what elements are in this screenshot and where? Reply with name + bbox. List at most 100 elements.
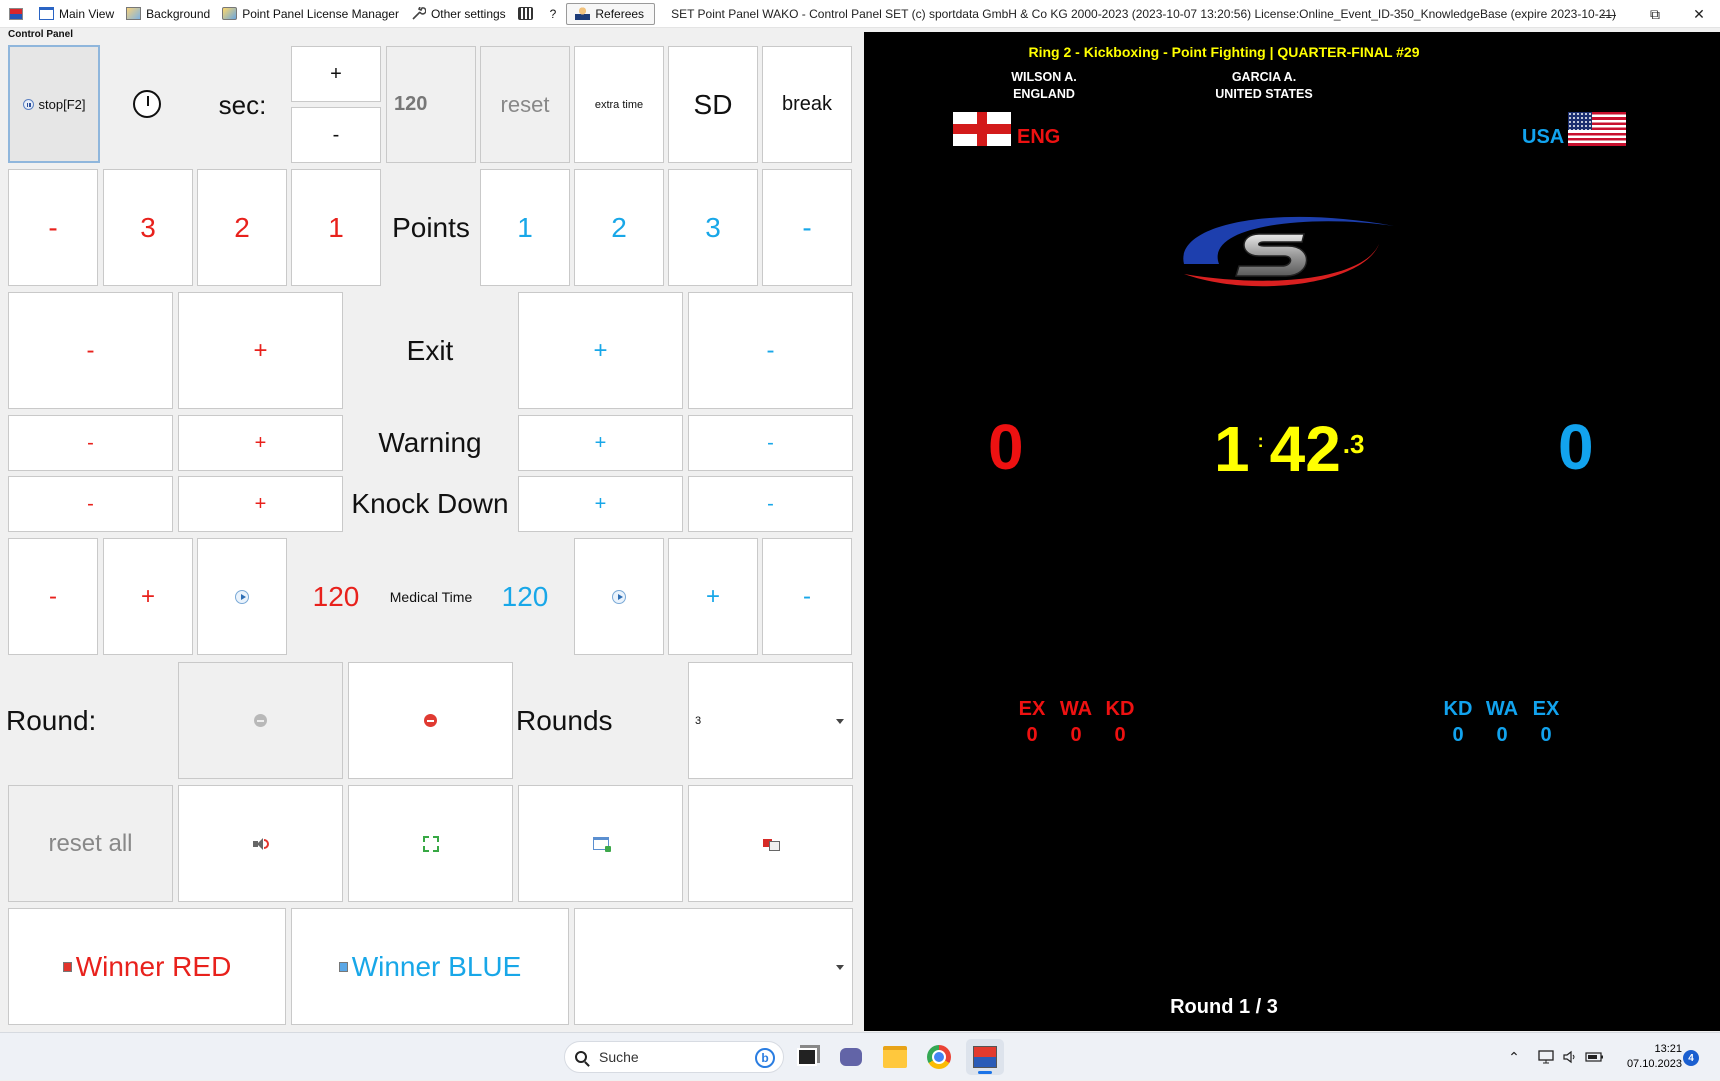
- fullscreen-button[interactable]: [348, 785, 513, 902]
- blue-knockdown-minus-button[interactable]: -: [688, 476, 853, 532]
- menu-other-settings-label: Other settings: [430, 6, 506, 21]
- teams-icon[interactable]: [836, 1042, 866, 1072]
- red-exit-minus-button[interactable]: -: [8, 292, 173, 409]
- play-icon: [235, 589, 249, 604]
- task-view-icon[interactable]: [792, 1042, 822, 1072]
- menu-license-manager[interactable]: Point Panel License Manager: [216, 0, 405, 28]
- blue-points-2-button[interactable]: 2: [574, 169, 664, 286]
- blue-exit-plus-button[interactable]: +: [518, 292, 683, 409]
- red-warning-plus-button[interactable]: +: [178, 415, 343, 471]
- volume-icon[interactable]: [1560, 1033, 1580, 1081]
- notification-badge[interactable]: 4: [1683, 1050, 1699, 1066]
- bing-icon[interactable]: b: [755, 1048, 775, 1068]
- timer-separator: :: [1257, 431, 1264, 451]
- blue-wa-value: 0: [1496, 724, 1508, 746]
- match-title: Ring 2 - Kickboxing - Point Fighting | Q…: [1028, 44, 1420, 60]
- red-knockdown-plus-button[interactable]: +: [178, 476, 343, 532]
- setpointpanel-icon[interactable]: [966, 1039, 1004, 1075]
- red-medical-start-button[interactable]: [197, 538, 287, 655]
- sound-button[interactable]: [178, 785, 343, 902]
- sportdata-logo: [1164, 204, 1414, 304]
- window-add-icon: [592, 837, 611, 852]
- sec-label: sec:: [218, 89, 267, 120]
- england-flag-icon: [953, 112, 1011, 146]
- file-explorer-icon[interactable]: [880, 1042, 910, 1072]
- red-medical-minus-button[interactable]: -: [8, 538, 98, 655]
- blue-knockdown-plus-button[interactable]: +: [518, 476, 683, 532]
- app-logo-icon: [9, 7, 23, 20]
- usa-flag-icon: [1568, 112, 1626, 146]
- menu-background[interactable]: Background: [120, 0, 216, 28]
- remove-icon: [254, 714, 267, 727]
- title-bar: Main View Background Point Panel License…: [0, 0, 1720, 28]
- reset-button[interactable]: reset: [480, 46, 570, 163]
- play-icon: [612, 589, 626, 604]
- extra-time-button[interactable]: extra time: [574, 46, 664, 163]
- referees-button[interactable]: Referees: [566, 2, 656, 25]
- restore-button[interactable]: ⧉: [1632, 0, 1678, 28]
- red-warning-minus-button[interactable]: -: [8, 415, 173, 471]
- blue-warning-minus-button[interactable]: -: [688, 415, 853, 471]
- red-knockdown-minus-button[interactable]: -: [8, 476, 173, 532]
- chevron-down-icon: [836, 718, 844, 724]
- sec-minus-button[interactable]: -: [291, 107, 381, 163]
- round-remove-button[interactable]: [348, 662, 513, 779]
- winner-blue-button[interactable]: Winner BLUE: [291, 908, 569, 1025]
- blue-warning-plus-button[interactable]: +: [518, 415, 683, 471]
- medical-time-label: Medical Time: [389, 588, 473, 605]
- display-window-button[interactable]: [518, 785, 683, 902]
- system-clock[interactable]: 13:21 07.10.2023: [1612, 1042, 1682, 1072]
- battery-icon[interactable]: [1584, 1033, 1606, 1081]
- fullscreen-icon: [422, 835, 439, 852]
- menu-main-view[interactable]: Main View: [33, 0, 120, 28]
- sd-button[interactable]: SD: [668, 46, 758, 163]
- round-decrease-button[interactable]: [178, 662, 343, 779]
- taskbar-search-box[interactable]: Suche b: [564, 1041, 784, 1073]
- chevron-down-icon: [836, 964, 844, 970]
- display-icon[interactable]: [1536, 1033, 1556, 1081]
- start-icon[interactable]: [527, 1045, 551, 1069]
- referee-icon: [575, 7, 591, 20]
- blue-medical-time-value: 120: [501, 580, 549, 612]
- blue-medical-minus-button[interactable]: -: [762, 538, 852, 655]
- reset-all-button[interactable]: reset all: [8, 785, 173, 902]
- red-points-1-button[interactable]: 1: [291, 169, 381, 286]
- rounds-label: Rounds: [516, 704, 613, 736]
- blue-medical-plus-button[interactable]: +: [668, 538, 758, 655]
- clock-icon: [131, 88, 163, 120]
- winner-blue-label: Winner BLUE: [351, 950, 522, 982]
- minimize-button[interactable]: —: [1586, 0, 1632, 28]
- keyboard-button[interactable]: [512, 0, 544, 28]
- red-points-3-button[interactable]: 3: [103, 169, 193, 286]
- chevron-up-icon[interactable]: ⌃: [1504, 1033, 1524, 1081]
- stop-timer-button[interactable]: stop[F2]: [8, 45, 100, 163]
- blue-exit-minus-button[interactable]: -: [688, 292, 853, 409]
- winner-decision-select[interactable]: [574, 908, 853, 1025]
- blue-points-3-button[interactable]: 3: [668, 169, 758, 286]
- chrome-icon[interactable]: [924, 1042, 954, 1072]
- red-exit-plus-button[interactable]: +: [178, 292, 343, 409]
- red-medical-plus-button[interactable]: +: [103, 538, 193, 655]
- red-points-minus-button[interactable]: -: [8, 169, 98, 286]
- swap-sides-button[interactable]: [688, 785, 853, 902]
- red-ex-value: 0: [1026, 724, 1038, 746]
- blue-points-minus-button[interactable]: -: [762, 169, 852, 286]
- rounds-select-value: 3: [695, 714, 702, 727]
- red-wa-label: WA: [1059, 698, 1093, 720]
- red-wa-value: 0: [1070, 724, 1082, 746]
- blue-points-1-button[interactable]: 1: [480, 169, 570, 286]
- menu-other-settings[interactable]: Other settings: [405, 0, 512, 28]
- close-button[interactable]: ✕: [1676, 0, 1720, 28]
- blue-score: 0: [1558, 411, 1594, 483]
- help-button[interactable]: ?: [544, 0, 563, 28]
- stop-label: stop[F2]: [38, 96, 86, 112]
- red-points-2-button[interactable]: 2: [197, 169, 287, 286]
- break-button[interactable]: break: [762, 46, 852, 163]
- menu-license-label: Point Panel License Manager: [242, 6, 399, 21]
- seconds-input[interactable]: 120: [386, 46, 476, 163]
- rounds-select[interactable]: 3: [688, 662, 853, 779]
- winner-red-button[interactable]: Winner RED: [8, 908, 286, 1025]
- sec-plus-button[interactable]: +: [291, 46, 381, 102]
- red-kd-value: 0: [1114, 724, 1126, 746]
- blue-medical-start-button[interactable]: [574, 538, 664, 655]
